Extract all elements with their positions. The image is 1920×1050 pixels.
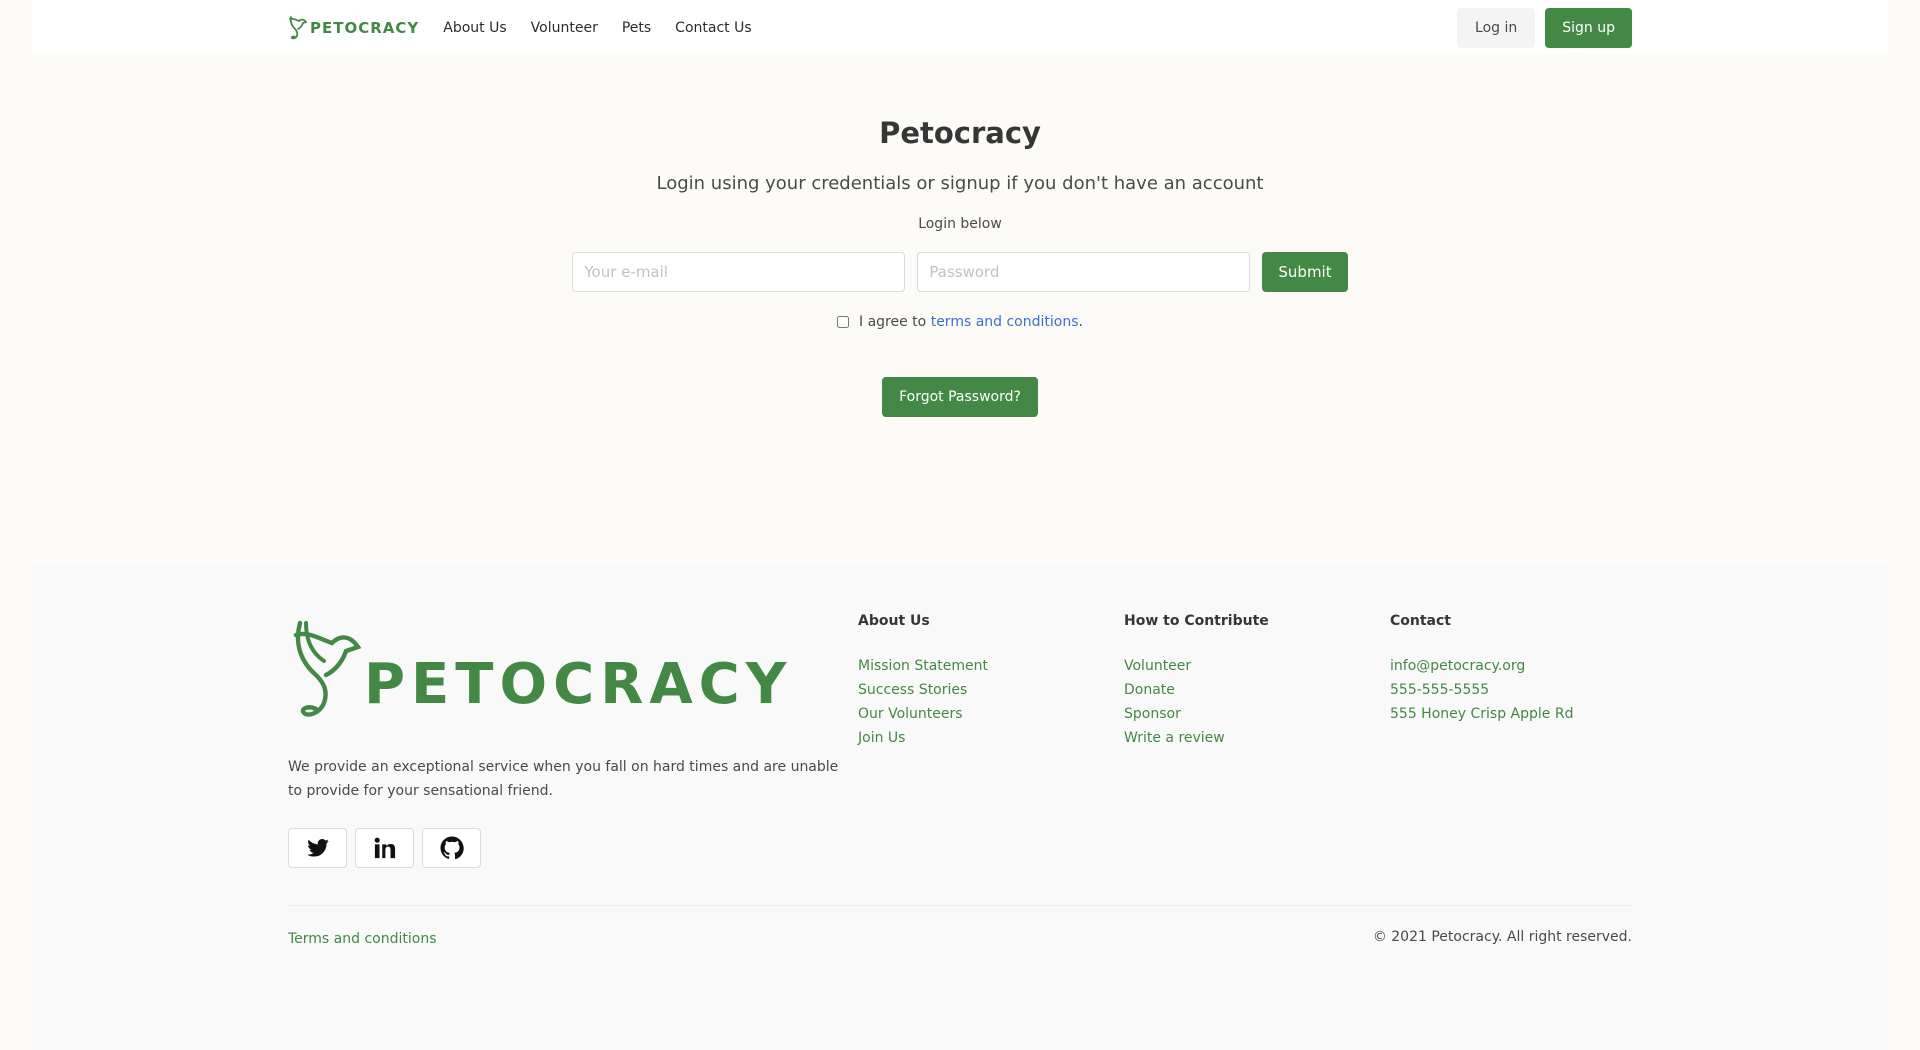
nav-link-volunteer[interactable]: Volunteer — [531, 20, 598, 36]
bird-logo-icon — [289, 15, 308, 39]
signup-button[interactable]: Sign up — [1545, 7, 1632, 48]
footer-link-our-volunteers[interactable]: Our Volunteers — [858, 702, 988, 726]
linkedin-button[interactable] — [355, 828, 414, 868]
login-below-label: Login below — [918, 216, 1002, 232]
column-title: How to Contribute — [1124, 613, 1269, 629]
linkedin-icon — [374, 837, 395, 859]
email-input[interactable] — [572, 252, 906, 292]
login-section: Petocracy Login using your credentials o… — [0, 55, 1920, 417]
contact-address-link[interactable]: 555 Honey Crisp Apple Rd — [1390, 702, 1573, 726]
footer-divider — [288, 905, 1632, 906]
footer-link-success-stories[interactable]: Success Stories — [858, 678, 988, 702]
footer-link-donate[interactable]: Donate — [1124, 678, 1269, 702]
column-title: About Us — [858, 613, 930, 629]
nav-logo[interactable]: PETOCRACY — [288, 15, 419, 41]
login-form: Submit — [0, 252, 1920, 292]
page-subtitle: Login using your credentials or signup i… — [656, 173, 1264, 194]
social-links — [288, 828, 481, 868]
footer-link-volunteer[interactable]: Volunteer — [1124, 654, 1269, 678]
footer-link-write-review[interactable]: Write a review — [1124, 726, 1269, 750]
footer: PETOCRACY We provide an exceptional serv… — [32, 563, 1888, 1050]
column-title: Contact — [1390, 613, 1451, 629]
footer-logo-text: PETOCRACY — [364, 652, 793, 717]
footer-link-mission-statement[interactable]: Mission Statement — [858, 654, 988, 678]
footer-column-contact: Contact info@petocracy.org 555-555-5555 … — [1390, 613, 1573, 726]
terms-agreement: I agree to terms and conditions. — [0, 314, 1920, 330]
twitter-icon — [306, 839, 329, 857]
footer-logo: PETOCRACY — [288, 617, 792, 727]
nav-logo-text: PETOCRACY — [310, 18, 420, 37]
github-icon — [440, 836, 464, 860]
footer-column-contribute: How to Contribute Volunteer Donate Spons… — [1124, 613, 1269, 750]
terms-link[interactable]: terms and conditions — [931, 314, 1079, 330]
footer-link-join-us[interactable]: Join Us — [858, 726, 988, 750]
github-button[interactable] — [422, 828, 481, 868]
nav-link-contact-us[interactable]: Contact Us — [675, 20, 751, 36]
footer-column-about: About Us Mission Statement Success Stori… — [858, 613, 988, 750]
agree-prefix: I agree to — [859, 314, 931, 330]
bird-logo-icon — [293, 620, 362, 717]
nav-link-pets[interactable]: Pets — [622, 20, 651, 36]
navbar: PETOCRACY About Us Volunteer Pets Contac… — [32, 0, 1888, 55]
footer-terms-link[interactable]: Terms and conditions — [288, 931, 437, 947]
forgot-password-button[interactable]: Forgot Password? — [882, 377, 1038, 417]
twitter-button[interactable] — [288, 828, 347, 868]
footer-description: We provide an exceptional service when y… — [288, 759, 839, 799]
agree-checkbox[interactable] — [837, 316, 850, 328]
page-title: Petocracy — [879, 116, 1041, 150]
login-button[interactable]: Log in — [1457, 7, 1536, 48]
contact-email-link[interactable]: info@petocracy.org — [1390, 654, 1573, 678]
contact-phone-link[interactable]: 555-555-5555 — [1390, 678, 1573, 702]
copyright-text: © 2021 Petocracy. All right reserved. — [1372, 929, 1632, 945]
submit-button[interactable]: Submit — [1262, 252, 1348, 292]
footer-link-sponsor[interactable]: Sponsor — [1124, 702, 1269, 726]
agree-suffix: . — [1078, 314, 1083, 330]
password-input[interactable] — [917, 252, 1251, 292]
nav-link-about-us[interactable]: About Us — [443, 20, 506, 36]
agree-text: I agree to terms and conditions. — [859, 314, 1083, 330]
